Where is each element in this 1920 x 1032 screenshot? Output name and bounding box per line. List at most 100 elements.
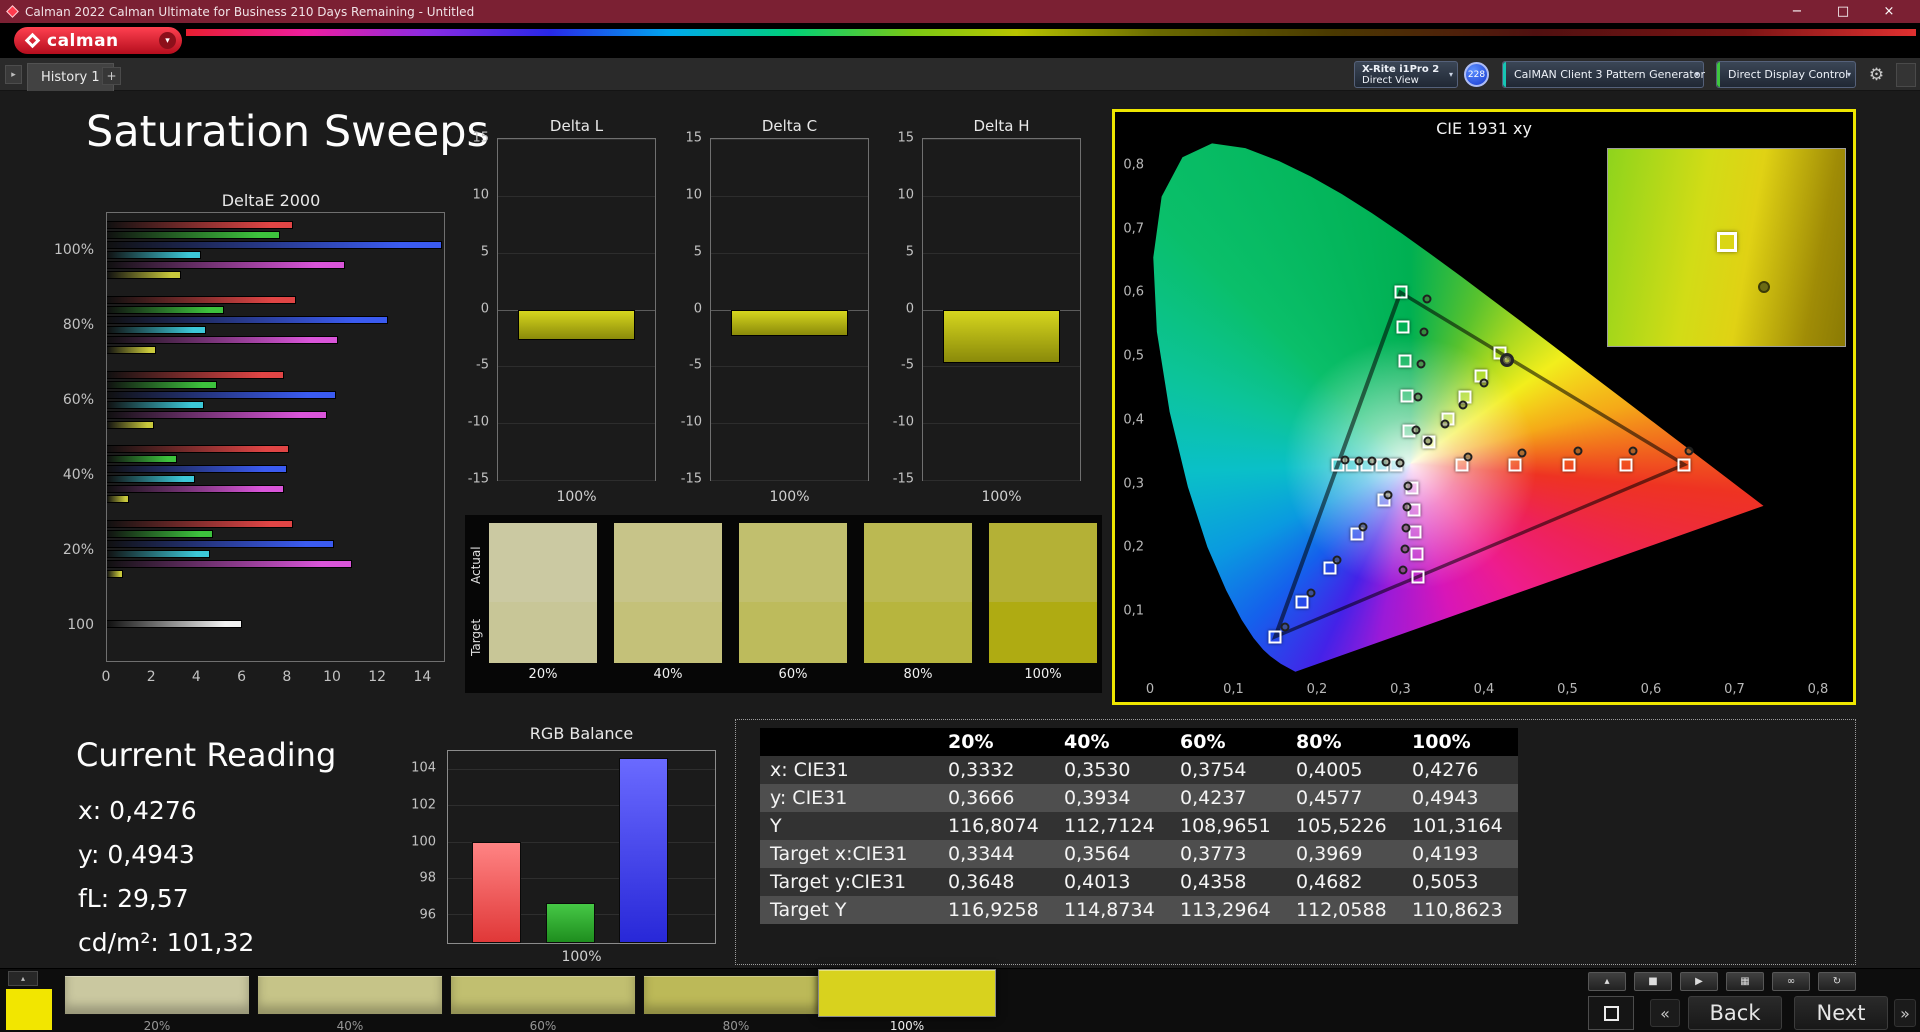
deltae-bar	[107, 231, 280, 240]
back-button[interactable]: Back	[1688, 996, 1782, 1030]
deltae-bar	[107, 519, 294, 528]
target-row-label: Target	[469, 618, 483, 656]
deltae-bar	[107, 241, 442, 250]
table-cell: 0,4358	[1180, 871, 1247, 893]
target-square-marker	[1400, 389, 1414, 403]
measurement-table: 20% 40% 60% 80% 100% x: CIE31 0,3332 0,3530 0,37…	[760, 728, 1518, 924]
deltae-bar	[107, 251, 202, 260]
axis-tick-label: 0,5	[1123, 348, 1144, 364]
table-cell: 113,2964	[1180, 899, 1271, 921]
play-button[interactable]: ▶	[1680, 972, 1718, 991]
calman-menu-button[interactable]: calman ▾	[14, 27, 182, 54]
window-title: Calman 2022 Calman Ultimate for Business…	[25, 4, 475, 19]
page-title: Saturation Sweeps	[86, 107, 489, 157]
display-control-label: Direct Display Control	[1728, 68, 1849, 81]
meter-name: X-Rite i1Pro 2	[1362, 63, 1440, 75]
meter-label: X-Rite i1Pro 2 Direct View	[1362, 64, 1439, 86]
pattern-swatch-label: 20%	[143, 1019, 171, 1032]
delta-value-bar	[517, 309, 636, 341]
pattern-grid-button[interactable]: ▦	[1726, 972, 1764, 991]
axis-tick-label: 14	[413, 669, 432, 685]
saturation-swatch	[489, 523, 597, 663]
table-cell: 0,3564	[1064, 843, 1131, 865]
repeat-button[interactable]: ↻	[1818, 972, 1856, 991]
axis-tick-label: 5	[905, 244, 914, 260]
prev-page-icon[interactable]: «	[1650, 999, 1680, 1027]
column-header: 60%	[1170, 728, 1286, 756]
pattern-swatch-20%[interactable]	[64, 975, 250, 1015]
maximize-button[interactable]: □	[1820, 4, 1866, 19]
measured-point-marker	[1458, 400, 1468, 410]
axis-tick-label: -10	[467, 414, 489, 430]
axis-tick-label: 0,3	[1390, 682, 1411, 697]
display-control-dropdown[interactable]: Direct Display Control ▾	[1716, 61, 1856, 88]
pattern-swatch-60%[interactable]	[450, 975, 636, 1015]
gridline	[923, 252, 1080, 254]
add-tab-button[interactable]: +	[102, 67, 121, 85]
rainbow-strip	[186, 29, 1916, 36]
measured-point-marker	[1440, 419, 1450, 429]
axis-tick-label: 0,2	[1306, 682, 1328, 697]
close-button[interactable]: ×	[1866, 4, 1912, 19]
overflow-button[interactable]	[1896, 63, 1916, 87]
gridline	[923, 480, 1080, 481]
gridline	[711, 480, 868, 481]
axis-tick-label: 96	[419, 907, 436, 923]
axis-tick-label: 2	[146, 669, 156, 685]
table-cell: 0,4005	[1296, 759, 1363, 781]
settings-gear-icon[interactable]: ⚙	[1864, 63, 1889, 87]
pattern-swatch-40%[interactable]	[257, 975, 443, 1015]
table-cell: 101,3164	[1412, 815, 1503, 837]
target-square-marker	[1562, 458, 1575, 472]
rgb-bar-red	[472, 841, 521, 943]
deltae-bar-group	[107, 586, 444, 661]
deltae-bar	[107, 325, 206, 334]
pattern-swatch-80%[interactable]	[643, 975, 829, 1015]
axis-tick-label: 0,1	[1123, 603, 1144, 619]
tab-scroll-button[interactable]: ▸	[5, 65, 22, 84]
cie-chart-panel: CIE 1931 xy 0,1 0,2 0,3 0,4 0,5 0,6 0,7 0,8 0 0,…	[1112, 109, 1856, 705]
tab-history-1[interactable]: History 1	[27, 63, 114, 91]
pattern-window-button[interactable]	[1588, 996, 1634, 1030]
pattern-generator-dropdown[interactable]: CalMAN Client 3 Pattern Generator ▾	[1502, 61, 1705, 88]
inset-target-marker	[1716, 231, 1737, 252]
meter-status-badge[interactable]: 228	[1464, 62, 1489, 87]
deltae-bar-group	[107, 437, 444, 512]
deltae-bar	[107, 390, 337, 399]
table-cell: 110,8623	[1412, 899, 1503, 921]
loop-button[interactable]: ∞	[1772, 972, 1810, 991]
target-square-marker	[1677, 458, 1691, 472]
deltae-bar-group	[107, 213, 444, 288]
next-page-icon[interactable]: »	[1894, 999, 1916, 1027]
deltae-bar	[107, 271, 182, 280]
eject-button[interactable]: ▴	[1588, 972, 1626, 991]
measured-point-marker	[1332, 555, 1342, 565]
measured-point-marker	[1628, 446, 1638, 456]
meter-dropdown[interactable]: X-Rite i1Pro 2 Direct View ▾	[1354, 61, 1458, 88]
target-square-marker	[1396, 320, 1410, 334]
measured-point-marker	[1402, 502, 1412, 512]
target-square-marker	[1408, 525, 1422, 539]
gridline	[711, 423, 868, 425]
swatch-label: 20%	[528, 667, 558, 682]
measured-point-marker	[1416, 359, 1426, 369]
measured-point-marker	[1411, 425, 1421, 434]
table-cell: 0,4237	[1180, 787, 1247, 809]
next-button[interactable]: Next	[1794, 996, 1888, 1030]
column-header: 80%	[1286, 728, 1402, 756]
table-cell: 0,3754	[1180, 759, 1247, 781]
table-cell: 112,7124	[1064, 815, 1155, 837]
table-row: x: CIE31 0,3332 0,3530 0,3754 0,4005 0,4276	[760, 756, 1518, 784]
saturation-swatch	[864, 523, 972, 663]
stop-button[interactable]: ■	[1634, 972, 1672, 991]
axis-tick-label: 10	[472, 187, 489, 203]
axis-tick-label: 12	[368, 669, 387, 685]
table-cell: 0,3969	[1296, 843, 1363, 865]
pattern-swatch-100%[interactable]	[818, 969, 996, 1017]
measured-point-marker	[1398, 565, 1408, 575]
bottom-bar: ▴ 20% 40% 60% 80% 100% ▴ ■ ▶ ▦ ∞ ↻ « Back Next »	[0, 968, 1920, 1032]
deltae-y-label: 20%	[62, 541, 94, 558]
minimize-button[interactable]: −	[1774, 4, 1820, 19]
delta-x-label: 100%	[981, 489, 1022, 505]
measured-point-marker	[1423, 436, 1433, 446]
